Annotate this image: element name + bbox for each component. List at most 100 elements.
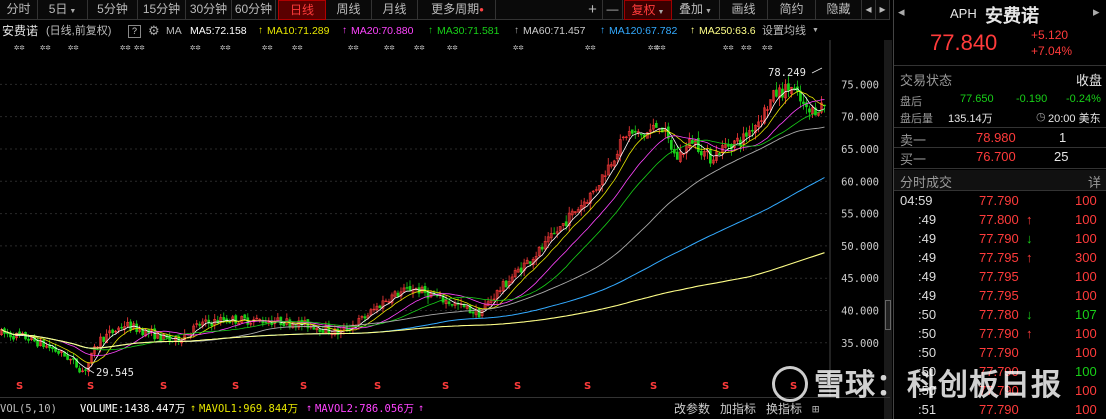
dividend-marker-icon: S [374, 381, 381, 392]
stock-symbol: APH [950, 6, 977, 21]
tick-price: 77.790 [979, 326, 1019, 341]
tick-time: :50 [918, 326, 937, 341]
candle-body [120, 326, 123, 329]
dividend-marker-icon: S [584, 381, 591, 392]
arrow-right-icon[interactable]: ▸ [876, 0, 890, 20]
ma-legend: 安费诺 (日线,前复权) ? ⚙ MA MA5:72.158 ↑ MA10:71… [0, 21, 890, 41]
y-tick-label: 40.000 [841, 306, 879, 318]
candle-body [210, 322, 214, 327]
stock-name: 安费诺 [2, 24, 39, 38]
candle-body [808, 108, 811, 113]
candle-body [378, 305, 382, 308]
tab-daily[interactable]: 日线 [278, 0, 326, 20]
tick-row: :49 77.795 100 [894, 269, 1106, 287]
kline-chart[interactable]: 75.000 70.000 65.000 60.000 55.000 50.000 45.0… [0, 40, 884, 397]
dividend-marker-icon: S [722, 381, 729, 392]
tick-price: 77.790 [979, 193, 1019, 208]
tab-30min[interactable]: 30分钟 [186, 0, 232, 20]
bid-label: 买一 [900, 152, 927, 167]
candle-body [751, 129, 754, 132]
candle-body [111, 329, 114, 334]
ask-size: 1 [1059, 130, 1067, 145]
candle-body [727, 144, 730, 147]
tab-5day[interactable]: 5日 ▼ [38, 0, 88, 20]
caret-down-icon: ▼ [657, 9, 665, 16]
up-arrow-icon: ↑ [342, 25, 347, 36]
tab-intraday[interactable]: 分时 [0, 0, 38, 20]
mavol1-value: MAVOL1:969.844万 [199, 403, 299, 415]
up-arrow-icon: ↑ [600, 25, 605, 36]
tab-weekly[interactable]: 周线 [326, 0, 372, 20]
tab-15min[interactable]: 15分钟 [138, 0, 186, 20]
scrollbar-thumb[interactable] [885, 300, 891, 330]
candle-body [135, 323, 139, 332]
gear-icon[interactable]: ⚙ [148, 21, 160, 41]
event-marker-icon: ✲✲ [292, 43, 303, 53]
ticks-detail-button[interactable]: 详 [1088, 172, 1101, 191]
candle-body [396, 292, 400, 297]
bid-row: 买一 76.700 25 [894, 149, 1106, 167]
up-arrow-icon: ↑ [1026, 212, 1033, 227]
zoom-in-button[interactable]: + [583, 0, 603, 20]
ma10-value: MA10:71.289 [267, 25, 330, 37]
draw-line-button[interactable]: 画线 [720, 0, 768, 20]
event-marker-icon: ✲✲ [220, 43, 231, 53]
candle-body [129, 321, 133, 331]
candle-body [405, 287, 409, 289]
add-indicator-button[interactable]: 加指标 [720, 398, 756, 419]
event-marker-icon: ✲✲ [68, 43, 79, 53]
adjust-button[interactable]: 复权 ▼ [624, 0, 672, 20]
y-tick-label: 35.000 [841, 338, 879, 350]
stock-name-header: 安费诺 [985, 6, 1039, 26]
ask-row: 卖一 78.980 1 [894, 130, 1106, 148]
collapse-right-icon[interactable]: ▸ [1093, 4, 1100, 20]
tick-time: :49 [918, 212, 937, 227]
help-icon[interactable]: ? [128, 25, 141, 38]
hide-button[interactable]: 隐藏 [816, 0, 862, 20]
tab-monthly[interactable]: 月线 [372, 0, 418, 20]
ma20-value: MA20:70.880 [351, 25, 414, 37]
candle-body [471, 311, 475, 314]
ticks-title: 分时成交 [900, 175, 953, 190]
tick-row: :49 77.800 ↑ 100 [894, 212, 1106, 230]
candle-body [709, 148, 712, 164]
tick-time: :49 [918, 288, 937, 303]
zoom-out-button[interactable]: — [603, 0, 623, 20]
event-marker-icon: ✲✲ [348, 43, 359, 53]
tab-5min[interactable]: 5分钟 [88, 0, 138, 20]
event-marker-icon: ✲✲ [762, 43, 773, 53]
up-arrow-icon: ↑ [306, 403, 313, 414]
ma-settings-button[interactable]: 设置均线 [762, 21, 806, 41]
down-arrow-icon: ↓ [1026, 231, 1033, 246]
max-pointer [811, 67, 823, 74]
dividend-marker-icon: S [650, 381, 657, 392]
candle-body [102, 336, 105, 342]
candle-body [450, 304, 454, 306]
candle-body [540, 246, 544, 250]
tick-volume: 300 [1075, 250, 1097, 265]
y-tick-label: 50.000 [841, 241, 879, 253]
after-hours-row: 盘后 77.650 -0.190 -0.24% [894, 93, 1106, 108]
collapse-left-icon[interactable]: ◂ [898, 4, 905, 20]
dividend-marker-icon: S [87, 381, 94, 392]
tick-volume: 100 [1075, 345, 1097, 360]
ma5-value: MA5:72.158 [190, 25, 247, 37]
event-marker-icon: ✲✲ [513, 43, 524, 53]
up-arrow-icon: ↑ [690, 25, 695, 36]
period-info: (日线,前复权) [46, 25, 112, 37]
y-tick-label: 75.000 [841, 79, 879, 91]
snowball-logo-icon [772, 366, 808, 403]
tab-60min[interactable]: 60分钟 [232, 0, 276, 20]
quote-panel: ◂ APH 安费诺 ▸ 77.840 +5.120 +7.04% 交易状态 收盘… [893, 0, 1106, 419]
event-marker-icon: ✲✲ [262, 43, 273, 53]
event-marker-icon: ✲✲ [384, 43, 395, 53]
y-tick-label: 65.000 [841, 144, 879, 156]
simple-mode-button[interactable]: 简约 [768, 0, 816, 20]
change-params-button[interactable]: 改参数 [674, 398, 710, 419]
overlay-button[interactable]: 叠加 ▼ [672, 0, 720, 20]
tick-row: :49 77.795 ↑ 300 [894, 250, 1106, 268]
arrow-left-icon[interactable]: ◂ [862, 0, 876, 20]
tab-more-periods[interactable]: 更多周期● [420, 0, 496, 20]
after-hours-pct: -0.24% [1066, 93, 1101, 105]
candle-body [669, 140, 673, 150]
